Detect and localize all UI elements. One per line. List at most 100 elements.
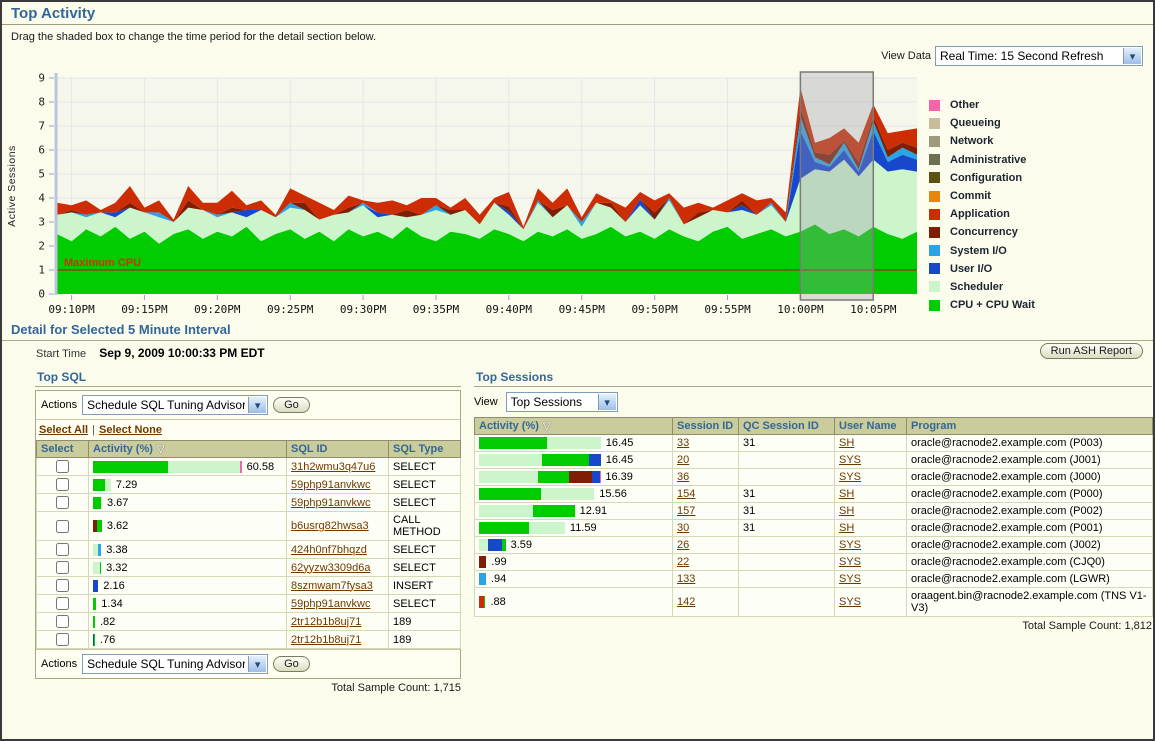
go-button-bottom[interactable]: Go — [273, 656, 310, 672]
activity-bar: 3.67 — [93, 496, 282, 509]
time-selection-box[interactable] — [799, 71, 875, 301]
legend-label: CPU + CPU Wait — [950, 299, 1035, 312]
sql-id-link[interactable]: 2tr12b1b8uj71 — [291, 616, 361, 628]
legend-item-concurrency: Concurrency — [929, 223, 1035, 241]
row-select-checkbox[interactable] — [56, 460, 69, 473]
select-all-link[interactable]: Select All — [39, 424, 88, 436]
sql-id-link[interactable]: 59php91anvkwc — [291, 479, 371, 491]
activity-cell: .82 — [88, 612, 287, 631]
sql-id-link[interactable]: 8szmwam7fysa3 — [291, 580, 373, 592]
row-select-checkbox[interactable] — [56, 519, 69, 533]
go-button[interactable]: Go — [273, 397, 310, 413]
y-tick-label: 5 — [38, 168, 45, 181]
session-id-link[interactable]: 142 — [677, 596, 695, 608]
row-select-checkbox[interactable] — [56, 579, 69, 592]
sort-descending-icon[interactable]: ▽ — [543, 421, 551, 432]
table-row: 60.58 31h2wmu3q47u6 SELECT — [36, 457, 461, 476]
session-id-link[interactable]: 26 — [677, 539, 689, 551]
bar-segment-scheduler — [101, 496, 102, 509]
max-cpu-label: Maximum CPU — [64, 257, 141, 269]
row-select-checkbox[interactable] — [56, 561, 69, 574]
user-name-link[interactable]: SH — [839, 488, 854, 500]
user-name-link[interactable]: SYS — [839, 556, 861, 568]
table-row: .88 142 SYS oraagent.bin@racnode2.example.c… — [474, 587, 1153, 617]
session-id-link[interactable]: 22 — [677, 556, 689, 568]
select-cell — [36, 630, 89, 649]
sql-type-cell: SELECT — [388, 475, 461, 494]
bar-segment-cpu — [97, 520, 102, 532]
user-name-link[interactable]: SYS — [839, 573, 861, 585]
session-id-cell: 20 — [672, 451, 739, 469]
bar-segment-concurrency — [568, 471, 592, 483]
y-tick-label: 1 — [38, 264, 45, 277]
bar-segment-cpu — [93, 496, 102, 509]
user-name-link[interactable]: SYS — [839, 539, 861, 551]
row-select-checkbox[interactable] — [56, 543, 69, 556]
start-time-row: Start Time Sep 9, 2009 10:00:33 PM EDT — [36, 346, 265, 360]
sql-id-link[interactable]: 424h0nf7bhqzd — [291, 544, 367, 556]
bar-segment-scheduler — [105, 478, 111, 491]
sql-id-link[interactable]: 59php91anvkwc — [291, 598, 371, 610]
activity-bar-segments — [93, 543, 102, 556]
session-id-link[interactable]: 36 — [677, 471, 689, 483]
sql-id-link[interactable]: 62yyzw3309d6a — [291, 562, 371, 574]
active-sessions-chart[interactable]: Maximum CPU 0 1 2 3 4 5 6 7 8 9 09:10PM 09:15PM 09:20… — [2, 68, 924, 320]
user-name-link[interactable]: SH — [839, 505, 854, 517]
y-tick-label: 8 — [38, 96, 45, 109]
x-tick-label: 09:55PM — [704, 303, 751, 316]
session-id-link[interactable]: 20 — [677, 454, 689, 466]
user-name-link[interactable]: SH — [839, 522, 854, 534]
run-ash-report-button[interactable]: Run ASH Report — [1039, 343, 1143, 359]
activity-value: .94 — [491, 573, 507, 585]
session-id-link[interactable]: 30 — [677, 522, 689, 534]
user-name-link[interactable]: SH — [839, 437, 854, 449]
session-id-link[interactable]: 157 — [677, 505, 695, 517]
sql-id-link[interactable]: b6usrg82hwsa3 — [291, 520, 369, 532]
qc-session-id-cell — [738, 587, 835, 617]
legend-swatch-administrative — [929, 154, 940, 166]
top-sessions-view-row: View Top Sessions — [474, 392, 1152, 412]
session-id-link[interactable]: 133 — [677, 573, 695, 585]
actions-select[interactable]: Schedule SQL Tuning Advisor — [83, 396, 268, 414]
bar-segment-user_io — [588, 454, 601, 466]
select-none-link[interactable]: Select None — [99, 424, 162, 436]
view-select[interactable]: Top Sessions — [506, 393, 617, 411]
view-data-select[interactable]: Real Time: 15 Second Refresh — [936, 47, 1142, 65]
legend-label: Concurrency — [950, 226, 1018, 239]
legend-swatch-user_io — [929, 263, 940, 275]
row-select-checkbox[interactable] — [56, 615, 69, 628]
activity-bar-segments — [479, 488, 595, 500]
sql-id-link[interactable]: 59php91anvkwc — [291, 497, 371, 509]
row-select-checkbox[interactable] — [56, 496, 69, 509]
top-sessions-col-header[interactable]: Activity (%) ▽ — [474, 417, 673, 435]
top-sessions-section: Top Sessions View Top Sessions Activity … — [474, 370, 1153, 632]
activity-value: 3.67 — [106, 496, 129, 509]
select-cell — [36, 594, 89, 613]
user-name-link[interactable]: SYS — [839, 596, 861, 608]
row-select-checkbox[interactable] — [56, 597, 69, 610]
sql-id-link[interactable]: 2tr12b1b8uj71 — [291, 634, 361, 646]
legend-item-scheduler: Scheduler — [929, 278, 1035, 296]
user-name-link[interactable]: SYS — [839, 454, 861, 466]
actions-select-bottom[interactable]: Schedule SQL Tuning Advisor — [83, 655, 268, 673]
session-id-link[interactable]: 154 — [677, 488, 695, 500]
table-row: .94 133 SYS oracle@racnode2.example.com (LG… — [474, 570, 1153, 588]
top-sql-col-header[interactable]: Activity (%) ▽ — [88, 440, 287, 458]
view-data-label: View Data — [881, 50, 931, 62]
activity-value: 2.16 — [103, 579, 125, 592]
top-sql-col-header: SQL Type — [388, 440, 461, 458]
program-cell: oracle@racnode2.example.com (J001) — [906, 451, 1153, 469]
legend-item-application: Application — [929, 205, 1035, 223]
row-select-checkbox[interactable] — [56, 478, 69, 491]
qc-session-id-cell — [738, 451, 835, 469]
sql-id-link[interactable]: 31h2wmu3q47u6 — [291, 461, 375, 473]
row-select-checkbox[interactable] — [56, 633, 69, 646]
user-name-link[interactable]: SYS — [839, 471, 861, 483]
session-id-link[interactable]: 33 — [677, 437, 689, 449]
user-name-cell: SH — [834, 502, 907, 520]
sort-descending-icon[interactable]: ▽ — [157, 444, 165, 455]
legend-swatch-scheduler — [929, 281, 940, 293]
top-sql-section: Top SQL Actions Schedule SQL Tuning Advi… — [35, 370, 461, 694]
bar-segment-user_io — [591, 471, 600, 483]
x-tick-label: 09:10PM — [48, 303, 95, 316]
